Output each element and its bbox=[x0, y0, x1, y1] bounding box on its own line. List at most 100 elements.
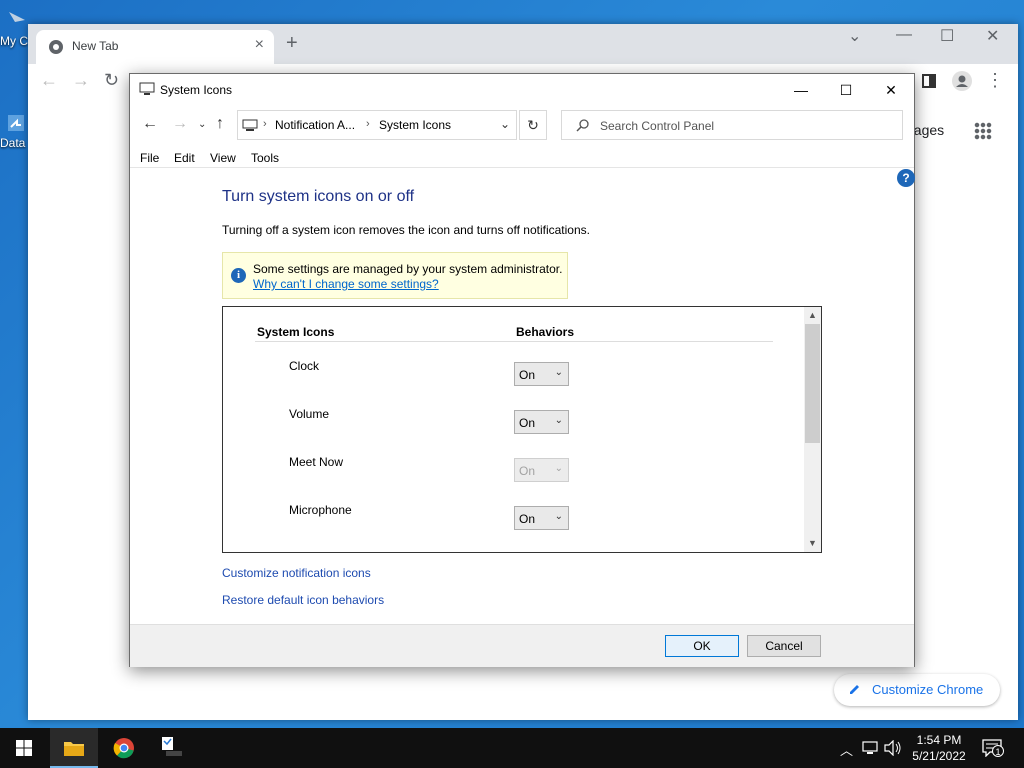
page-description: Turning off a system icon removes the ic… bbox=[222, 223, 590, 237]
page-title: Turn system icons on or off bbox=[222, 188, 415, 205]
close-icon[interactable]: ✕ bbox=[986, 26, 999, 46]
minimize-icon[interactable]: — bbox=[896, 26, 912, 44]
taskbar-system-icons[interactable] bbox=[148, 728, 196, 768]
help-icon[interactable]: ? bbox=[897, 169, 915, 187]
column-header-behaviors: Behaviors bbox=[516, 325, 575, 339]
refresh-button[interactable]: ↻ bbox=[519, 110, 547, 140]
customize-chrome-button[interactable]: Customize Chrome bbox=[834, 674, 1000, 706]
refresh-icon: ↻ bbox=[527, 117, 539, 133]
windows-logo-icon bbox=[16, 740, 32, 756]
admin-notice: i Some settings are managed by your syst… bbox=[222, 252, 568, 299]
volume-icon[interactable] bbox=[884, 740, 902, 756]
menu-edit[interactable]: Edit bbox=[174, 151, 195, 165]
address-bar[interactable]: › Notification A... › System Icons ⌄ bbox=[237, 110, 517, 140]
admin-notice-text: Some settings are managed by your system… bbox=[253, 262, 563, 276]
row-label-meet-now: Meet Now bbox=[289, 455, 344, 469]
taskbar-chrome[interactable] bbox=[100, 728, 148, 768]
side-panel-icon[interactable] bbox=[922, 74, 936, 88]
pencil-icon bbox=[850, 685, 859, 694]
breadcrumb-system-icons[interactable]: System Icons bbox=[379, 118, 451, 132]
select-value: On bbox=[519, 464, 536, 478]
scroll-thumb[interactable] bbox=[805, 324, 820, 443]
info-icon: i bbox=[231, 268, 246, 283]
dialog-titlebar: System Icons — ☐ ✕ bbox=[130, 74, 914, 105]
taskbar: ︿ 1:54 PM 5/21/2022 1 bbox=[0, 728, 1024, 768]
recent-locations-icon[interactable]: ⌄ bbox=[198, 119, 206, 130]
menu-icon[interactable]: ⋮ bbox=[986, 70, 1004, 91]
clock-behavior-select[interactable]: On ⌄ bbox=[514, 362, 569, 386]
select-value: On bbox=[519, 512, 536, 526]
breadcrumb-separator-icon: › bbox=[366, 118, 370, 130]
tab-title: New Tab bbox=[72, 39, 119, 53]
tab-search-icon[interactable]: ⌄ bbox=[848, 26, 861, 46]
row-label-clock: Clock bbox=[289, 359, 320, 373]
taskbar-file-explorer[interactable] bbox=[50, 728, 98, 768]
restore-default-behaviors-link[interactable]: Restore default icon behaviors bbox=[222, 593, 384, 607]
search-box[interactable] bbox=[561, 110, 903, 140]
system-icons-dialog: System Icons — ☐ ✕ ← → ⌄ ↑ › Notificatio… bbox=[129, 73, 915, 667]
forward-icon[interactable]: → bbox=[72, 70, 90, 91]
vertical-scrollbar[interactable]: ▲ ▼ bbox=[804, 307, 821, 552]
breadcrumb-separator-icon: › bbox=[263, 118, 267, 130]
ok-button[interactable]: OK bbox=[665, 635, 739, 657]
dialog-close-icon[interactable]: ✕ bbox=[868, 78, 914, 102]
dialog-title: System Icons bbox=[160, 83, 233, 97]
why-cant-change-link[interactable]: Why can't I change some settings? bbox=[253, 277, 439, 291]
show-hidden-icons-icon[interactable]: ︿ bbox=[840, 740, 853, 759]
chrome-icon bbox=[113, 738, 134, 759]
microphone-behavior-select[interactable]: On ⌄ bbox=[514, 506, 569, 530]
scroll-up-icon[interactable]: ▲ bbox=[804, 310, 821, 320]
address-dropdown-icon[interactable]: ⌄ bbox=[500, 117, 510, 131]
header-divider bbox=[255, 341, 773, 342]
clock-time: 1:54 PM bbox=[916, 733, 962, 747]
shortcut-icon bbox=[8, 115, 24, 131]
cancel-button[interactable]: Cancel bbox=[747, 635, 821, 657]
meet-now-behavior-select: On ⌄ bbox=[514, 458, 569, 482]
network-icon[interactable] bbox=[862, 740, 878, 756]
clock-date: 5/21/2022 bbox=[912, 749, 966, 763]
volume-behavior-select[interactable]: On ⌄ bbox=[514, 410, 569, 434]
search-input[interactable] bbox=[600, 117, 890, 135]
forward-icon[interactable]: → bbox=[172, 115, 188, 133]
action-center-button[interactable]: 1 bbox=[982, 739, 1004, 758]
chevron-down-icon: ⌄ bbox=[554, 511, 563, 522]
maximize-icon[interactable]: ☐ bbox=[940, 26, 954, 46]
tab-close-icon[interactable]: × bbox=[255, 36, 264, 54]
column-header-system-icons: System Icons bbox=[257, 325, 335, 339]
scroll-down-icon[interactable]: ▼ bbox=[804, 538, 821, 548]
desktop-icon-label: Data bbox=[0, 136, 26, 150]
row-label-volume: Volume bbox=[289, 407, 330, 421]
back-icon[interactable]: ← bbox=[40, 70, 58, 91]
dialog-minimize-icon[interactable]: — bbox=[778, 78, 824, 102]
chrome-icon bbox=[49, 40, 63, 54]
chrome-tab-strip: New Tab × + ⌄ — ☐ ✕ bbox=[28, 24, 1018, 64]
menu-tools[interactable]: Tools bbox=[251, 151, 279, 165]
search-icon bbox=[576, 119, 589, 132]
system-icons-list: System Icons Behaviors Clock On ⌄ Volume… bbox=[222, 306, 822, 553]
menu-file[interactable]: File bbox=[140, 151, 159, 165]
tab-new-tab[interactable]: New Tab × bbox=[36, 30, 274, 64]
computer-icon bbox=[9, 12, 25, 22]
notification-count-badge: 1 bbox=[992, 745, 1004, 757]
menu-view[interactable]: View bbox=[210, 151, 236, 165]
new-tab-button[interactable]: + bbox=[286, 32, 298, 55]
reload-icon[interactable]: ↻ bbox=[104, 70, 119, 91]
desktop-icon-label: My C bbox=[0, 34, 28, 48]
chevron-down-icon: ⌄ bbox=[554, 367, 563, 378]
start-button[interactable] bbox=[0, 728, 48, 768]
dialog-maximize-icon[interactable]: ☐ bbox=[823, 78, 869, 102]
apps-grid-icon[interactable] bbox=[974, 122, 992, 140]
customize-notification-icons-link[interactable]: Customize notification icons bbox=[222, 566, 371, 580]
back-icon[interactable]: ← bbox=[142, 115, 158, 133]
control-panel-icon bbox=[162, 737, 182, 756]
control-panel-icon bbox=[139, 82, 155, 95]
taskbar-clock[interactable]: 1:54 PM 5/21/2022 bbox=[906, 732, 972, 764]
up-icon[interactable]: ↑ bbox=[216, 115, 224, 133]
chevron-down-icon: ⌄ bbox=[554, 463, 563, 474]
breadcrumb-notification-area[interactable]: Notification A... bbox=[275, 118, 355, 132]
folder-icon bbox=[64, 742, 84, 756]
select-value: On bbox=[519, 368, 536, 382]
profile-icon[interactable] bbox=[952, 71, 972, 91]
control-panel-icon bbox=[242, 119, 258, 131]
address-row: ← → ⌄ ↑ › Notification A... › System Ico… bbox=[130, 105, 914, 145]
